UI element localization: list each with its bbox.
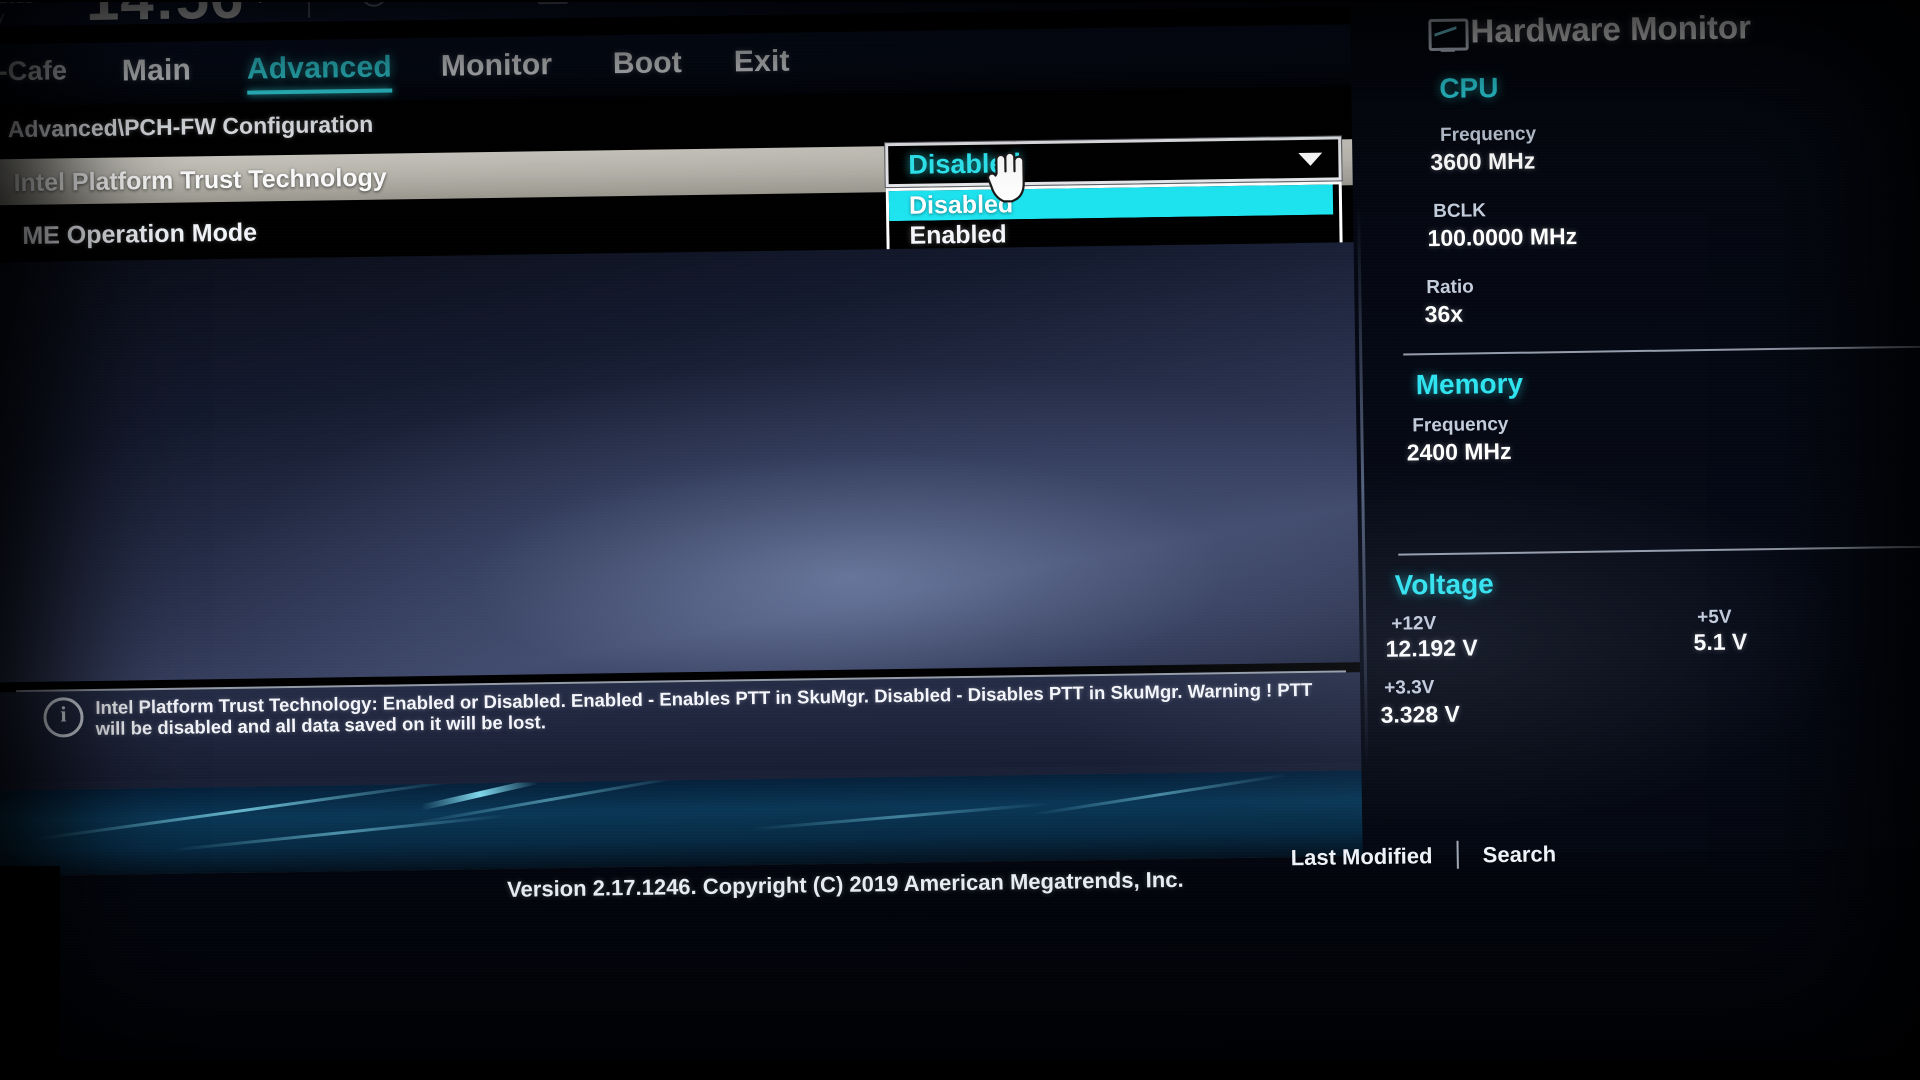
- hand-cursor: [987, 151, 1025, 203]
- cpu-bclk-label: BCLK: [1432, 200, 1487, 223]
- voltage-12v-label: +12V: [1391, 613, 1437, 635]
- sidebar-section-cpu: CPU: [1439, 72, 1499, 104]
- bios-root: I-Cafe Main Advanced Monitor Boot Exit A…: [0, 0, 1920, 1080]
- content-panel: [0, 241, 1384, 923]
- setting-label-me-operation-mode[interactable]: ME Operation Mode: [22, 218, 257, 250]
- cpu-bclk-value: 100.0000 MHz: [1427, 222, 1578, 252]
- cpu-frequency-label: Frequency: [1439, 123, 1537, 146]
- bezel-top: [0, 0, 1920, 2]
- menu-item-i-cafe[interactable]: I-Cafe: [0, 55, 67, 87]
- voltage-12v-value: 12.192 V: [1385, 634, 1478, 662]
- ptt-combobox[interactable]: Disabled: [885, 136, 1342, 188]
- voltage-5v-label: +5V: [1697, 606, 1732, 629]
- setting-label-ptt: Intel Platform Trust Technology: [13, 163, 387, 198]
- voltage-33v-value: 3.328 V: [1380, 700, 1461, 728]
- menu-item-monitor[interactable]: Monitor: [441, 48, 553, 84]
- chevron-down-icon[interactable]: [1298, 152, 1323, 167]
- voltage-5v-value: 5.1 V: [1693, 628, 1748, 656]
- bezel-bottom-left: [0, 866, 60, 1080]
- dropdown-option-enabled-label: Enabled: [909, 220, 1007, 250]
- os-divider: [307, 0, 311, 18]
- os-day: day: [0, 8, 5, 26]
- menu-item-advanced[interactable]: Advanced: [247, 50, 392, 86]
- cpu-ratio-label: Ratio: [1426, 276, 1474, 299]
- menu-item-exit[interactable]: Exit: [734, 45, 790, 80]
- menu-item-main[interactable]: Main: [122, 53, 192, 88]
- bios-photo: 1/2021 day 14:56 · English y I-Cafe Main…: [0, 0, 1920, 1080]
- cpu-ratio-value: 36x: [1424, 300, 1464, 328]
- os-dot-separator: ·: [256, 0, 265, 15]
- memory-frequency-label: Frequency: [1412, 413, 1509, 437]
- sidebar-section-memory: Memory: [1415, 367, 1524, 401]
- cpu-frequency-value: 3600 MHz: [1430, 147, 1536, 176]
- search-link[interactable]: Search: [1483, 841, 1557, 868]
- footer-separator: [1456, 840, 1459, 869]
- breadcrumb: Advanced\PCH-FW Configuration: [7, 110, 374, 143]
- bios-screen: 1/2021 day 14:56 · English y I-Cafe Main…: [0, 0, 1920, 1080]
- sidebar-title: Hardware Monitor: [1470, 8, 1752, 50]
- bezel-bottom: [0, 1060, 1920, 1080]
- voltage-33v-label: +3.3V: [1384, 677, 1435, 699]
- menu-item-boot[interactable]: Boot: [613, 46, 683, 81]
- memory-frequency-value: 2400 MHz: [1406, 437, 1512, 466]
- last-modified-link[interactable]: Last Modified: [1291, 843, 1433, 871]
- monitor-icon: [1428, 18, 1469, 52]
- sidebar-section-voltage: Voltage: [1394, 568, 1494, 601]
